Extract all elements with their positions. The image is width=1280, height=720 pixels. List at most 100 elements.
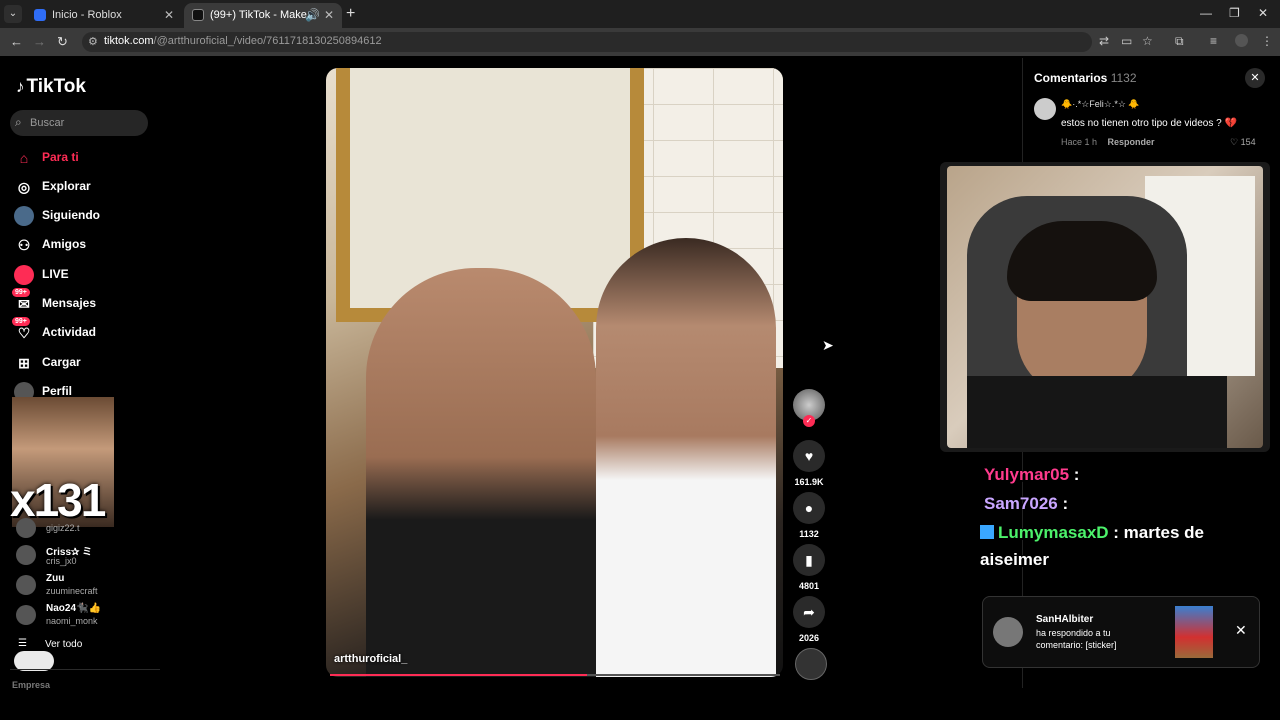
chat-text: : (1062, 494, 1069, 513)
extensions-icon[interactable]: ⧉ (1175, 34, 1184, 49)
nav-label: Mensajes (42, 296, 97, 310)
messages-icon: ✉ (18, 296, 30, 312)
see-all-link[interactable]: ☰ Ver todo (18, 638, 82, 650)
comment-action[interactable]: ● 1132 (793, 492, 825, 539)
translate-icon[interactable]: ⇄ (1099, 34, 1109, 48)
webcam-shirt (967, 376, 1227, 448)
nav-label: Siguiendo (42, 208, 100, 222)
video-progress-bar[interactable] (330, 674, 780, 676)
comments-title-label: Comentarios (1034, 71, 1108, 85)
nav-explorar[interactable]: ◎ Explorar (14, 175, 154, 199)
comment-icon[interactable]: ● (793, 492, 825, 524)
account-handle: cris_jx0 (46, 556, 77, 566)
like-action[interactable]: ♥ 161.9K (793, 440, 825, 487)
share-count: 2026 (798, 633, 820, 643)
site-info-icon[interactable]: ⚙ (88, 35, 98, 48)
tab-list-button[interactable]: ⌄ (4, 5, 22, 23)
forward-icon[interactable]: → (33, 34, 46, 49)
account-handle: naomi_monk (46, 616, 98, 626)
nav-label: Perfil (42, 384, 73, 398)
media-controls-icon[interactable]: ≡ (1210, 34, 1217, 48)
back-icon[interactable]: ← (10, 34, 23, 49)
share-icon[interactable]: ➦ (793, 596, 825, 628)
logo-text: TikTok (26, 76, 86, 97)
chat-message: LumymasaxD : martes de (980, 523, 1204, 543)
comment-emoji: 💔 (1224, 118, 1237, 129)
webcam-overlay (940, 162, 1270, 452)
nav-mensajes[interactable]: ✉ 99+ Mensajes (12, 288, 154, 316)
tab-title: (99+) TikTok - Make Your Day (210, 9, 310, 21)
chat-text: : martes de (1113, 523, 1204, 542)
tab-roblox[interactable]: Inicio - Roblox ✕ (26, 3, 182, 28)
reply-button[interactable]: Responder (1108, 137, 1155, 147)
chat-user: LumymasaxD (998, 523, 1109, 542)
chat-message: Yulymar05 : (984, 465, 1079, 485)
cast-icon[interactable]: ▭ (1121, 34, 1132, 48)
save-action[interactable]: ▮ 4801 (793, 544, 825, 591)
footer-empresa[interactable]: Empresa (12, 680, 50, 690)
notification-toast[interactable]: SanHAlbiter ha respondido a tu comentari… (982, 596, 1260, 668)
roblox-favicon-icon (34, 9, 46, 21)
follow-check-icon[interactable]: ✓ (803, 415, 815, 427)
speaker-icon[interactable]: 🔊 (305, 3, 320, 28)
search-icon: ⌕ (15, 115, 22, 129)
nav-label: Cargar (42, 355, 81, 369)
chat-user: Yulymar05 (984, 465, 1070, 484)
tab-tiktok[interactable]: (99+) TikTok - Make Your Day 🔊 ✕ (184, 3, 342, 28)
mensajes-badge: 99+ (12, 288, 30, 297)
new-tab-icon[interactable]: + (346, 5, 355, 23)
restore-icon[interactable]: ❐ (1229, 6, 1240, 20)
comment-like-button[interactable]: ♡ 154 (1230, 137, 1256, 148)
extension-pill[interactable] (14, 651, 54, 671)
chat-badge-icon (980, 525, 994, 539)
share-action[interactable]: ➦ 2026 (793, 596, 825, 643)
nav-siguiendo[interactable]: Siguiendo (14, 204, 154, 228)
account-handle: zuuminecraft (46, 586, 98, 596)
url-path: /@artthuroficial_/video/7611718130250894… (153, 35, 382, 47)
address-bar[interactable]: ⚙ tiktok.com/@artthuroficial_/video/7611… (82, 32, 1092, 52)
close-icon[interactable]: ✕ (1235, 622, 1247, 639)
nav-para-ti[interactable]: ⌂ Para ti (14, 146, 154, 170)
search-input[interactable]: ⌕ Buscar (10, 110, 148, 136)
divider (10, 669, 160, 670)
video-player[interactable]: artthuroficial_ (326, 68, 783, 677)
menu-icon[interactable]: ⋮ (1261, 34, 1273, 48)
nav-actividad[interactable]: ♡ 99+ Actividad (12, 317, 154, 345)
tab-title: Inicio - Roblox (52, 9, 122, 21)
comment-count: 1132 (799, 529, 819, 539)
heart-icon[interactable]: ♥ (793, 440, 825, 472)
avatar (16, 518, 36, 538)
profile-avatar-icon[interactable] (1235, 34, 1248, 47)
nav-live[interactable]: LIVE (14, 263, 154, 287)
reload-icon[interactable]: ↻ (57, 34, 68, 50)
sound-avatar[interactable] (795, 648, 827, 680)
activity-icon: ♡ (17, 325, 31, 341)
comment-username[interactable]: 🐥·.*☆Feli☆.*☆ 🐥 (1061, 99, 1140, 110)
avatar[interactable] (1034, 98, 1056, 120)
account-handle: gigiz22.t (46, 523, 80, 533)
search-placeholder: Buscar (30, 117, 65, 129)
close-tab-icon[interactable]: ✕ (324, 3, 334, 28)
tiktok-logo[interactable]: ♪ TikTok (16, 76, 86, 98)
webcam-hair (1007, 221, 1157, 301)
following-account[interactable]: gigiz22.t (16, 514, 156, 544)
bookmark-star-icon[interactable]: ☆ (1142, 34, 1153, 48)
comment-like-count: 154 (1240, 137, 1256, 147)
video-author[interactable]: artthuroficial_ (334, 653, 407, 665)
following-account[interactable]: Criss✰ ミ cris_jx0 (16, 543, 156, 573)
minimize-icon[interactable]: — (1200, 6, 1212, 20)
bookmark-icon[interactable]: ▮ (793, 544, 825, 576)
nav-cargar[interactable]: ⊞ Cargar (14, 351, 154, 375)
close-tab-icon[interactable]: ✕ (164, 3, 174, 28)
upload-icon: ⊞ (18, 355, 30, 371)
heart-outline-icon: ♡ (1230, 137, 1239, 147)
comments-count: 1132 (1110, 71, 1137, 85)
following-icon (14, 206, 34, 226)
following-account[interactable]: Zuu zuuminecraft (16, 573, 156, 603)
following-account[interactable]: Nao24🐈‍⬛👍 naomi_monk (16, 603, 156, 633)
comments-title: Comentarios 1132 (1034, 71, 1137, 85)
nav-amigos[interactable]: ⚇ Amigos (14, 233, 154, 257)
close-window-icon[interactable]: ✕ (1258, 6, 1268, 20)
close-icon[interactable]: ✕ (1245, 68, 1265, 88)
avatar (16, 545, 36, 565)
